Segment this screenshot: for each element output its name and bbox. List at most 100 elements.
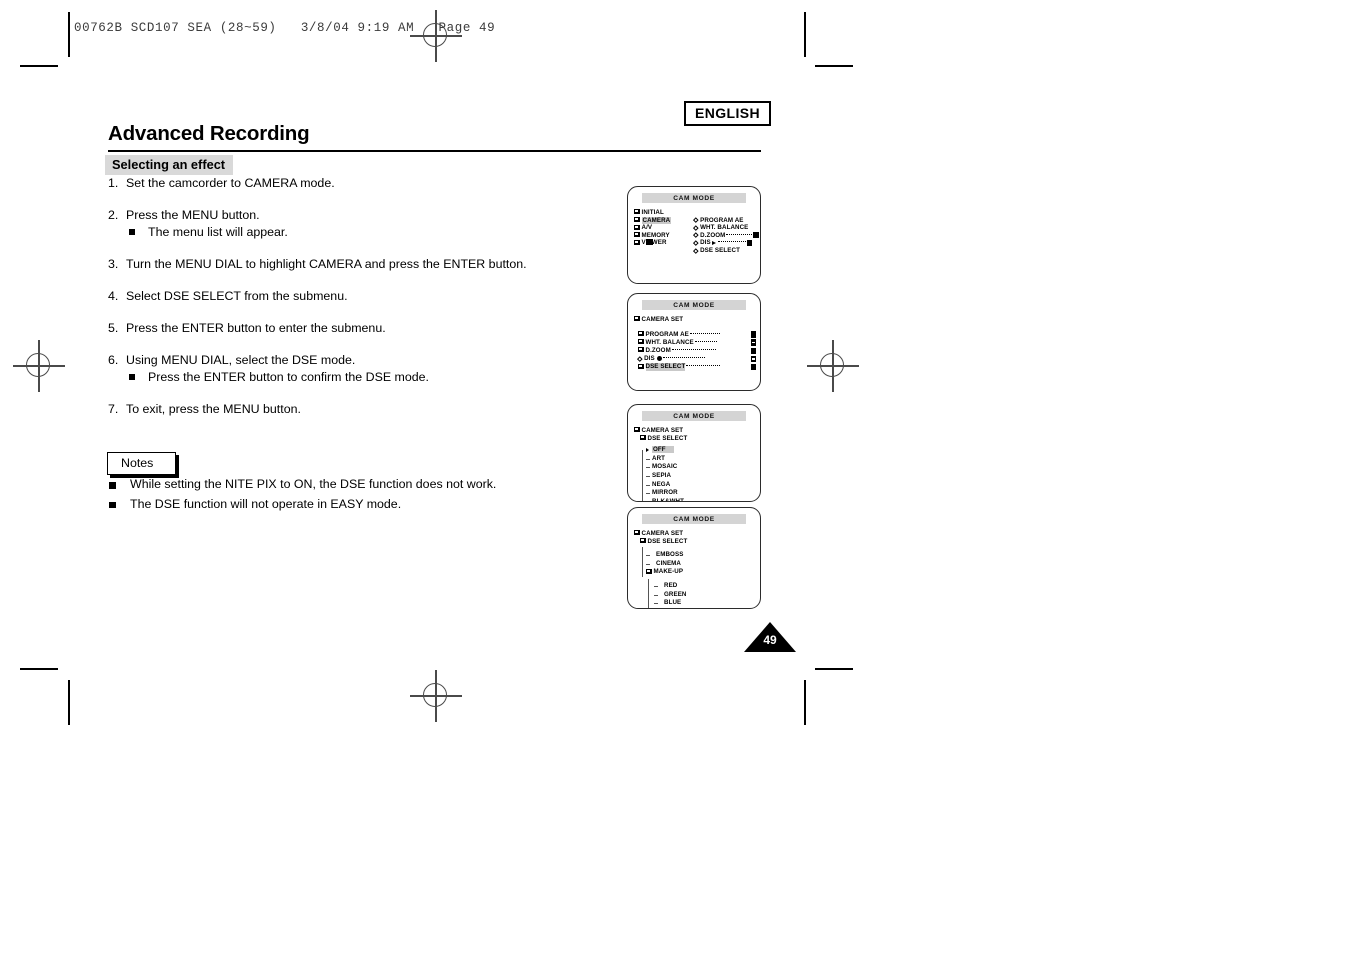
substep-text: Press the ENTER button to confirm the DS… [148,370,429,384]
status-indicator-icon [753,231,759,239]
notes-list: While setting the NITE PIX to ON, the DS… [108,475,578,514]
status-indicator-icon [750,339,756,346]
dse-option-mirror[interactable]: MIRROR [640,489,760,498]
lcd-screen-dse-select-makeup: CAM MODE CAMERA SET DSE SELECT EMBOSS CI… [627,507,761,609]
lcd-breadcrumb-camera-set: CAMERA SET [634,316,760,324]
tree-tick-icon [654,603,658,605]
bullet-square-icon [109,482,116,489]
step-item: 4. Select DSE SELECT from the submenu. [108,289,628,304]
registration-mark-top [410,10,462,62]
note-item: The DSE function will not operate in EAS… [108,495,578,515]
folder-icon [638,339,644,345]
option-row-program-ae[interactable]: PROGRAM AE [638,331,760,339]
registration-mark-left [13,340,65,392]
option-label: WHT. BALANCE [645,338,694,346]
dse-option-label: OFF [652,446,674,454]
submenu-item-dse-select[interactable]: DSE SELECT [693,247,756,255]
folder-icon [638,347,644,353]
menu-item-viewer[interactable]: VIEWER [634,239,692,247]
status-indicator-icon [750,355,756,363]
lcd-title: CAM MODE [642,193,746,203]
menu-item-memory[interactable]: MEMORY [634,232,692,240]
dotted-leader [671,349,716,351]
folder-icon [634,239,640,245]
makeup-color-green[interactable]: GREEN [648,591,760,600]
step-text: To exit, press the MENU button. [126,402,301,416]
dse-option-make-up[interactable]: MAKE-UP [640,568,760,577]
dse-option-emboss[interactable]: EMBOSS [640,551,760,560]
menu-item-initial[interactable]: INITIAL [634,209,692,217]
dse-option-label: SEPIA [652,471,672,479]
option-row-dis[interactable]: DIS [637,355,760,363]
submenu-item-d-zoom[interactable]: D.ZOOM [693,231,759,240]
breadcrumb-label: DSE SELECT [647,434,688,442]
lcd-title: CAM MODE [642,514,746,524]
step-text: Set the camcorder to CAMERA mode. [126,176,335,190]
lcd-breadcrumb-dse-select: DSE SELECT [634,435,760,443]
crop-mark-bottom-left-horizontal [20,668,58,670]
crop-mark-top-right-horizontal [815,65,853,67]
menu-label: CAMERA [641,216,672,224]
instruction-steps: 1. Set the camcorder to CAMERA mode. 2. … [108,176,628,434]
bullet-square-icon [129,374,135,380]
option-label: DSE SELECT [645,363,686,371]
registration-mark-right [807,340,859,392]
folder-icon [634,224,640,230]
option-label: DIS [644,355,655,363]
lcd-body: CAMERA SET DSE SELECT EMBOSS CINEMA MAKE… [628,524,760,609]
lcd-option-rows: PROGRAM AE WHT. BALANCE D.ZOOM DIS DSE S… [637,331,760,372]
lcd-body: CAMERA SET PROGRAM AE WHT. BALANCE D.ZOO… [628,310,760,372]
menu-item-camera[interactable]: CAMERA [634,216,692,225]
tree-tick-icon [646,484,650,486]
option-row-dse-select[interactable]: DSE SELECT [638,363,760,371]
folder-icon [638,363,644,369]
folder-icon [634,316,640,322]
lcd-submenu-column: PROGRAM AE WHT. BALANCE D.ZOOM DIS DSE S… [693,216,759,255]
dse-option-nega[interactable]: NEGA [640,481,760,490]
makeup-color-red[interactable]: RED [648,582,760,591]
submenu-item-program-ae[interactable]: PROGRAM AE [693,216,756,225]
printer-file-header: 00762B SCD107 SEA (28~59) 3/8/04 9:19 AM… [74,21,496,35]
dse-option-sepia[interactable]: SEPIA [640,472,760,481]
dse-option-label: EMBOSS [656,551,684,559]
option-row-wht-balance[interactable]: WHT. BALANCE [638,339,760,347]
step-text: Press the MENU button. [126,208,260,222]
selection-arrow-icon [645,448,649,453]
lcd-screen-menu-list: CAM MODE INITIAL CAMERA A/V MEMORY VIEWE… [627,186,761,284]
folder-icon [634,530,640,536]
breadcrumb-label: DSE SELECT [647,537,688,545]
dse-option-art[interactable]: ART [640,455,760,464]
menu-label: MEMORY [641,231,670,239]
step-number: 1. [108,176,119,190]
dse-option-tree: OFF ART MOSAIC SEPIA NEGA MIRROR BLK&WHT [634,446,760,501]
bullet-square-icon [109,501,116,508]
bullet-square-icon [129,229,135,235]
menu-label: A/V [641,224,653,232]
cursor-arrow-icon [711,240,716,245]
dse-option-mosaic[interactable]: MOSAIC [640,463,760,472]
makeup-color-blue[interactable]: BLUE [648,599,760,608]
dse-option-blkwht[interactable]: BLK&WHT [640,498,760,501]
option-row-d-zoom[interactable]: D.ZOOM [638,347,760,355]
makeup-color-yellow[interactable]: YELLOW [648,608,760,609]
tree-tick-icon [654,585,658,587]
step-substep: The menu list will appear. [126,225,628,240]
tree-tick-icon [646,475,650,477]
submenu-label: PROGRAM AE [700,216,744,224]
cursor-dot-icon [656,356,662,362]
dse-option-label: MAKE-UP [653,568,684,576]
submenu-item-wht-balance[interactable]: WHT. BALANCE [693,224,756,232]
dotted-leader [718,241,747,243]
diamond-icon [693,225,699,231]
dse-option-label: MIRROR [652,489,678,497]
menu-label: INITIAL [641,209,664,216]
folder-icon [634,232,640,238]
dse-option-off[interactable]: OFF [640,446,760,455]
menu-item-av[interactable]: A/V [634,224,692,232]
dse-option-cinema[interactable]: CINEMA [640,560,760,569]
note-text: While setting the NITE PIX to ON, the DS… [130,477,497,491]
tree-tick-icon [646,467,650,469]
diamond-icon [693,247,699,253]
submenu-item-dis[interactable]: DIS [693,239,756,247]
makeup-color-label: RED [664,581,678,589]
